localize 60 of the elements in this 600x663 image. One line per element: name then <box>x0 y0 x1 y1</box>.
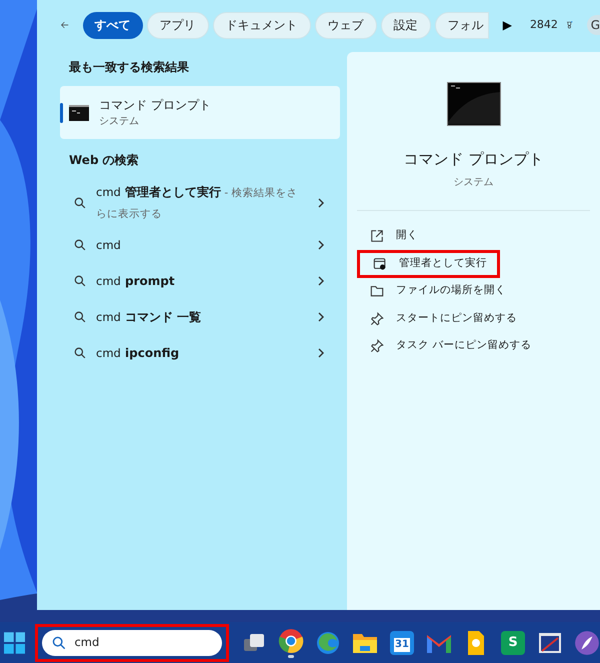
pin-icon <box>370 312 384 326</box>
chevron-right-icon <box>316 348 326 358</box>
action-item[interactable]: ファイルの場所を開く <box>357 278 514 305</box>
sheet-icon[interactable]: S <box>501 630 525 654</box>
web-result[interactable]: cmd prompt <box>60 263 340 299</box>
taskbar-search-field[interactable]: cmd <box>35 624 229 662</box>
action-item[interactable]: タスク バーにピン留めする <box>357 332 540 360</box>
result-text: cmd <box>96 237 122 254</box>
search-text: cmd <box>74 634 100 651</box>
web-result[interactable]: cmd 管理者として実行 - 検索結果をさらに表示する <box>60 179 340 227</box>
terminal-icon <box>69 104 89 120</box>
result-text: cmd ipconfig <box>96 345 180 362</box>
result-title: コマンド プロンプト <box>99 97 211 114</box>
pin-icon <box>370 339 384 354</box>
web-result[interactable]: cmd <box>60 227 340 263</box>
search-icon <box>74 239 86 251</box>
filter-tab[interactable]: ウェブ <box>314 12 377 38</box>
action-item[interactable]: 開く <box>357 222 500 250</box>
result-text: cmd コマンド 一覧 <box>96 309 202 326</box>
mail-icon[interactable] <box>426 632 452 652</box>
action-item[interactable]: スタートにピン留めする <box>357 305 525 332</box>
chevron-right-icon <box>316 198 326 208</box>
search-icon <box>52 636 66 650</box>
app-icon[interactable] <box>574 630 600 656</box>
avatar[interactable]: G <box>586 15 600 35</box>
shield-window-icon <box>373 256 387 271</box>
filter-tab[interactable]: フォル <box>434 12 489 38</box>
app-subtitle: システム <box>454 176 494 190</box>
best-match-card[interactable]: コマンド プロンプト システム <box>60 86 340 139</box>
selection-bar <box>60 103 63 123</box>
filter-tab[interactable]: すべて <box>82 12 143 38</box>
search-icon <box>74 275 86 287</box>
chevron-right-icon <box>316 240 326 250</box>
search-icon <box>74 347 86 359</box>
terminal-icon <box>446 82 500 126</box>
search-icon <box>74 197 86 209</box>
filter-tab[interactable]: ドキュメント <box>212 12 311 38</box>
filter-tab[interactable]: アプリ <box>146 12 209 38</box>
section-heading: 最も一致する検索結果 <box>68 59 190 76</box>
browser-icon[interactable] <box>278 628 304 654</box>
result-text: cmd prompt <box>96 273 176 290</box>
window-tool-icon[interactable] <box>538 630 562 654</box>
folder-icon <box>370 284 384 298</box>
filter-tab[interactable]: 設定 <box>380 12 431 38</box>
external-link-icon <box>370 229 384 244</box>
chevron-right-icon <box>316 276 326 286</box>
app-title: コマンド プロンプト <box>404 149 544 170</box>
points-count: 2842 <box>530 16 558 33</box>
calendar-icon[interactable]: 31 <box>390 630 414 654</box>
search-icon <box>74 311 86 323</box>
start-icon[interactable] <box>4 632 26 654</box>
web-result[interactable]: cmd コマンド 一覧 <box>60 299 340 335</box>
more-filters-button[interactable]: ▶ <box>502 16 512 34</box>
action-item[interactable]: 管理者として実行 <box>357 250 500 278</box>
web-result[interactable]: cmd ipconfig <box>60 335 340 371</box>
result-subtitle: システム <box>99 115 140 129</box>
section-heading: Web の検索 <box>68 152 140 169</box>
chevron-right-icon <box>316 312 326 322</box>
note-icon[interactable] <box>467 630 485 656</box>
result-text: cmd 管理者として実行 - 検索結果をさらに表示する <box>96 184 298 222</box>
